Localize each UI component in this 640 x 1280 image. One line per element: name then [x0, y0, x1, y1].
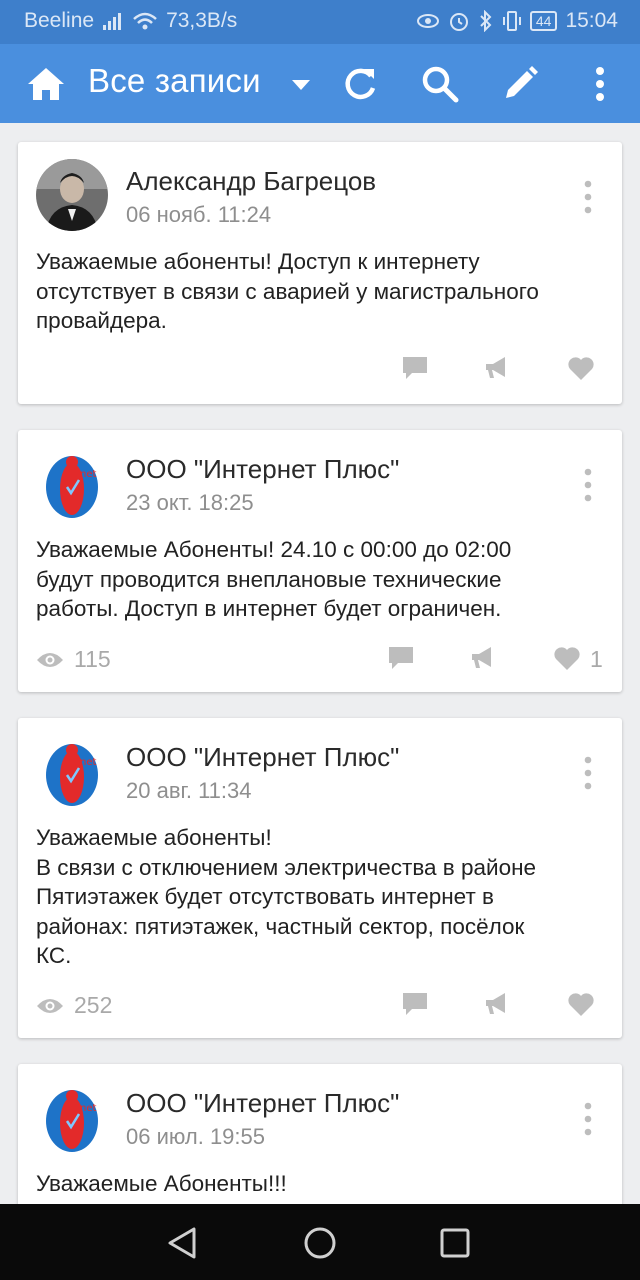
wifi-icon	[133, 12, 157, 30]
clock: 15:04	[565, 9, 618, 32]
battery-icon: 44	[529, 11, 558, 31]
search-icon[interactable]	[420, 64, 460, 104]
avatar[interactable]: net	[36, 447, 108, 519]
toolbar: Все записи	[0, 44, 640, 123]
post-text-line: В связи с отключением электричества в ра…	[36, 854, 537, 880]
avatar[interactable]	[36, 159, 108, 231]
like-icon[interactable]	[566, 354, 596, 382]
post-text-line: Пятиэтажек будет отсутствовать интернет …	[36, 884, 494, 909]
post-author[interactable]: Александр Багрецов	[126, 166, 376, 197]
post-card[interactable]: net ООО "Интернет Плюс" 20 авг. 11:34 Ув…	[18, 718, 622, 1038]
post-author[interactable]: ООО "Интернет Плюс"	[126, 742, 399, 773]
repost-icon[interactable]	[483, 990, 513, 1018]
post-text-line: Уважаемые абоненты!	[36, 825, 272, 850]
avatar[interactable]: net	[36, 735, 108, 807]
repost-icon[interactable]	[469, 644, 499, 672]
svg-text:net: net	[80, 469, 96, 480]
post-text-line: Уважаемые Абоненты!!!	[36, 1171, 287, 1196]
post-text: Уважаемые абоненты! Доступ к интернету о…	[36, 247, 608, 336]
views-counter: 115	[36, 646, 111, 673]
post-text: Уважаемые Абоненты! 24.10 с 00:00 до 02:…	[36, 535, 608, 624]
more-vertical-icon[interactable]	[584, 756, 592, 790]
system-navigation-bar	[0, 1204, 640, 1280]
back-icon[interactable]	[164, 1224, 202, 1262]
post-text-line: КС.	[36, 943, 72, 968]
likes-count: 1	[590, 646, 603, 672]
refresh-icon[interactable]	[340, 64, 380, 104]
eye-icon	[37, 652, 63, 667]
post-text-line: Уважаемые Абоненты! 24.10 с 00:00 до 02:…	[36, 537, 512, 562]
bluetooth-icon	[480, 10, 492, 32]
post-card[interactable]: net ООО "Интернет Плюс" 23 окт. 18:25 Ув…	[18, 430, 622, 692]
views-counter: 252	[36, 992, 112, 1019]
post-card[interactable]: Александр Багрецов 06 нояб. 11:24 Уважае…	[18, 142, 622, 404]
alarm-icon	[449, 13, 468, 31]
post-date: 20 авг. 11:34	[126, 778, 252, 803]
page-title[interactable]: Все записи	[88, 62, 261, 100]
eye-comfort-icon	[416, 14, 439, 28]
carrier-label: Beeline	[24, 9, 95, 32]
vibrate-icon	[502, 11, 521, 31]
post-date: 06 июл. 19:55	[126, 1124, 266, 1149]
home-icon[interactable]	[26, 64, 66, 104]
comment-icon[interactable]	[400, 354, 430, 382]
battery-level: 44	[535, 13, 552, 29]
post-card[interactable]: net ООО "Интернет Плюс" 06 июл. 19:55 Ув…	[18, 1064, 622, 1224]
recents-icon[interactable]	[436, 1224, 474, 1262]
post-text: Уважаемые абоненты! В связи с отключение…	[36, 823, 608, 971]
post-author[interactable]: ООО "Интернет Плюс"	[126, 454, 399, 485]
post-date: 23 окт. 18:25	[126, 490, 254, 515]
network-speed: 73,3B/s	[166, 9, 238, 32]
views-count: 115	[74, 646, 111, 672]
post-text-line: провайдера.	[36, 308, 167, 333]
like-icon[interactable]	[552, 644, 582, 672]
more-icon[interactable]	[590, 64, 610, 104]
more-vertical-icon[interactable]	[584, 1102, 592, 1136]
post-text-line: будут проводится внеплановые технические	[36, 566, 502, 592]
post-text-line: Уважаемые абоненты! Доступ к интернету	[36, 249, 480, 274]
post-author[interactable]: ООО "Интернет Плюс"	[126, 1088, 399, 1119]
svg-text:net: net	[80, 1103, 96, 1114]
post-text-line: работы. Доступ в интернет будет ограниче…	[36, 596, 502, 621]
like-icon[interactable]	[566, 990, 596, 1018]
comment-icon[interactable]	[400, 990, 430, 1018]
signal-icon	[103, 13, 122, 30]
home-nav-icon[interactable]	[301, 1224, 339, 1262]
avatar[interactable]: net	[36, 1081, 108, 1153]
post-text-line: отсутствует в связи с аварией у магистра…	[36, 278, 539, 304]
views-count: 252	[74, 992, 113, 1018]
repost-icon[interactable]	[483, 354, 513, 382]
edit-icon[interactable]	[500, 64, 540, 104]
post-date: 06 нояб. 11:24	[126, 202, 272, 227]
more-vertical-icon[interactable]	[584, 180, 592, 214]
post-text-line: районах: пятиэтажек, частный сектор, пос…	[36, 913, 525, 939]
more-vertical-icon[interactable]	[584, 468, 592, 502]
comment-icon[interactable]	[386, 644, 416, 672]
svg-text:net: net	[80, 757, 96, 768]
eye-icon	[37, 998, 63, 1013]
dropdown-icon[interactable]	[288, 72, 314, 98]
status-bar: Beeline 73,3B/s 44 15:04	[0, 0, 640, 44]
post-text: Уважаемые Абоненты!!!	[36, 1169, 608, 1199]
